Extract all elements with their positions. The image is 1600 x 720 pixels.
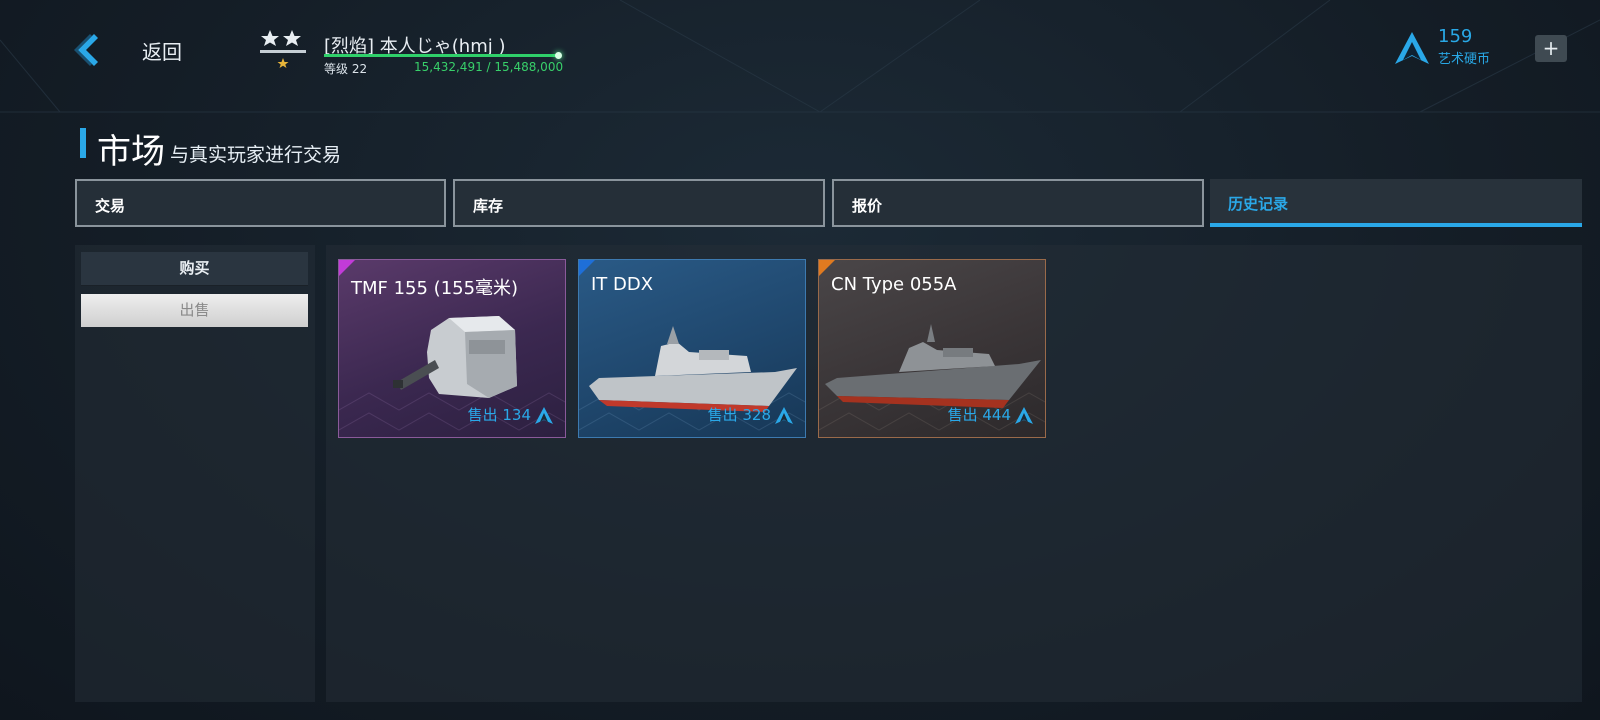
currency-amount: 159 <box>1438 26 1473 47</box>
item-price: 售出 328 <box>707 406 771 424</box>
tab-inventory[interactable]: 库存 <box>453 179 825 227</box>
add-currency-button[interactable]: + <box>1535 35 1567 62</box>
item-name: TMF 155 (155毫米) <box>351 278 519 299</box>
title-accent-bar <box>80 128 86 158</box>
back-arrow-icon[interactable] <box>68 30 108 70</box>
sell-filter-button[interactable]: 出售 <box>81 294 308 327</box>
filter-sidebar: 购买 出售 <box>75 245 315 702</box>
back-button-label[interactable]: 返回 <box>142 36 182 65</box>
xp-value: 15,432,491 / 15,488,000 <box>414 60 564 74</box>
art-coin-icon <box>1015 407 1033 424</box>
tab-history[interactable]: 历史记录 <box>1210 179 1582 227</box>
tab-label: 库存 <box>473 197 504 215</box>
item-name: IT DDX <box>591 274 654 295</box>
tab-label: 报价 <box>852 197 883 215</box>
art-coin-icon <box>775 407 793 424</box>
player-level: 等级 22 <box>324 62 368 76</box>
tab-label: 交易 <box>95 197 126 215</box>
item-price: 售出 134 <box>467 406 531 424</box>
tab-label: 历史记录 <box>1228 195 1289 213</box>
history-item-card[interactable]: CN Type 055A 售出 444 <box>818 259 1046 438</box>
xp-progress-bar <box>324 52 563 59</box>
xp-progress-knob <box>555 52 563 59</box>
page-subtitle: 与真实玩家进行交易 <box>170 144 342 166</box>
active-tab-indicator <box>1210 223 1582 227</box>
item-name: CN Type 055A <box>831 274 957 295</box>
rank-insignia-icon <box>260 30 306 68</box>
history-list: TMF 155 (155毫米) 售出 134 IT DDX 售出 328 CN … <box>326 245 1582 702</box>
art-coin-icon <box>1395 32 1429 64</box>
history-item-card[interactable]: TMF 155 (155毫米) 售出 134 <box>338 259 566 438</box>
buy-filter-button[interactable]: 购买 <box>81 252 308 286</box>
history-item-card[interactable]: IT DDX 售出 328 <box>578 259 806 438</box>
tab-trade[interactable]: 交易 <box>75 179 446 227</box>
tab-offers[interactable]: 报价 <box>832 179 1204 227</box>
page-title: 市场 <box>97 132 165 172</box>
currency-label: 艺术硬币 <box>1438 52 1491 67</box>
art-coin-icon <box>535 407 553 424</box>
item-price: 售出 444 <box>947 406 1011 424</box>
xp-progress-fill <box>324 54 560 57</box>
